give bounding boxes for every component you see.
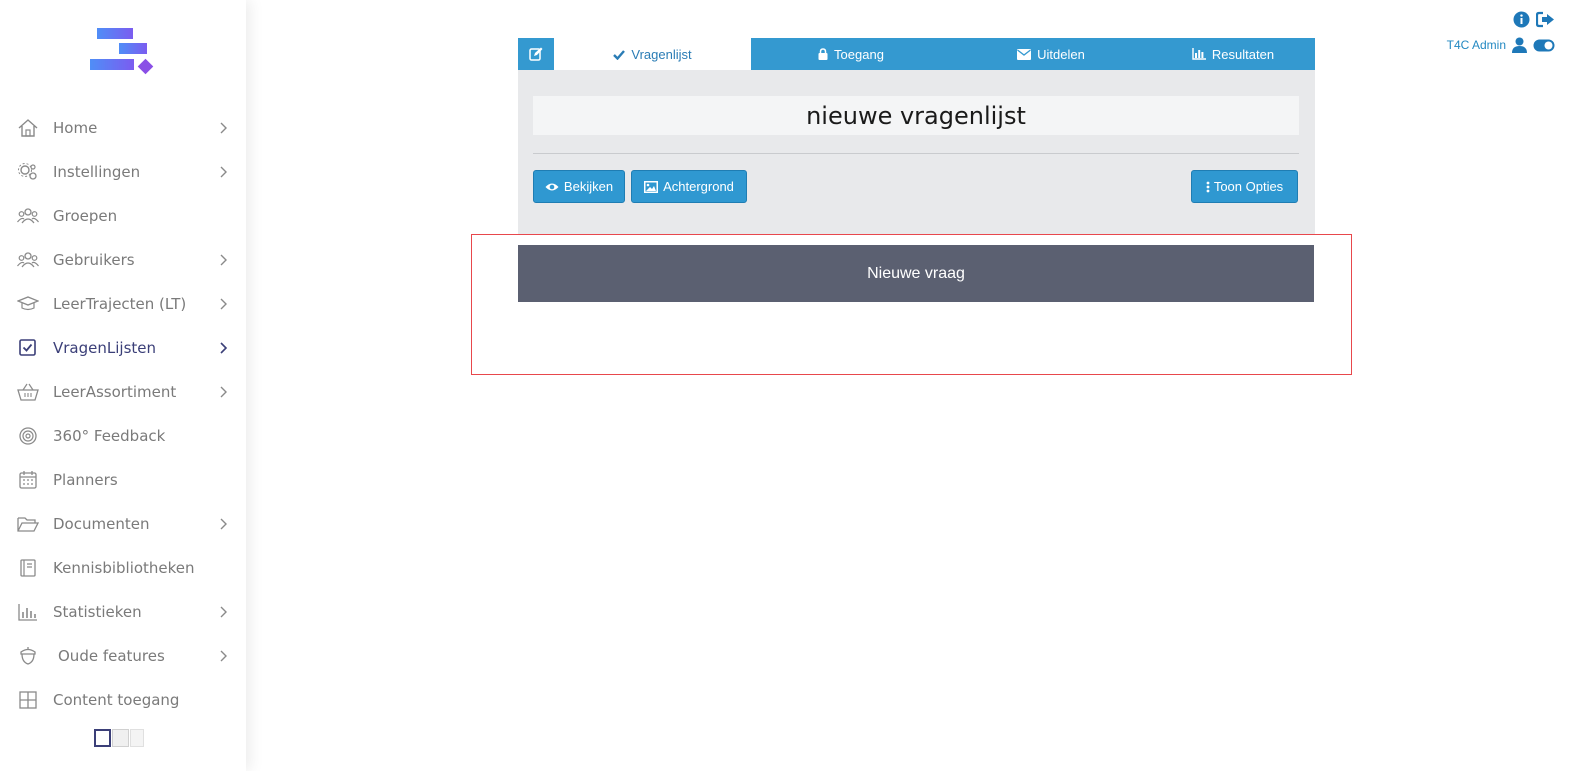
group-icon: [17, 208, 39, 224]
lock-icon: [818, 48, 828, 60]
chevron-right-icon: [220, 650, 227, 662]
sidebar-item-planners[interactable]: Planners: [0, 458, 246, 502]
view-mode-minimal[interactable]: [130, 729, 144, 747]
questionnaire-title[interactable]: nieuwe vragenlijst: [533, 96, 1299, 135]
new-question-button[interactable]: Nieuwe vraag: [518, 245, 1314, 302]
envelope-icon: [1017, 48, 1032, 60]
sidebar-item-label: Content toegang: [53, 691, 180, 709]
user-name[interactable]: T4C Admin: [1447, 38, 1506, 52]
sidebar-item-label: Instellingen: [53, 163, 141, 181]
view-mode-compact[interactable]: [112, 729, 129, 747]
sidebar-item-leerassortiment[interactable]: LeerAssortiment: [0, 370, 246, 414]
tab-toegang[interactable]: Toegang: [751, 38, 951, 70]
chevron-right-icon: [220, 606, 227, 618]
tab-resultaten[interactable]: Resultaten: [1151, 38, 1315, 70]
sidebar-item-label: Kennisbibliotheken: [53, 559, 195, 577]
sidebar-item-content-toegang[interactable]: Content toegang: [0, 678, 246, 722]
chevron-right-icon: [220, 122, 227, 134]
sidebar-item-vragenlijsten[interactable]: VragenLijsten: [0, 326, 246, 370]
tab-label: Uitdelen: [1037, 46, 1085, 62]
sidebar-item-label: Planners: [53, 471, 118, 489]
bar-chart-icon: [1192, 48, 1206, 60]
book-icon: [20, 559, 36, 577]
sidebar-item-label: VragenLijsten: [53, 339, 157, 357]
tab-vragenlijst[interactable]: Vragenlijst: [554, 38, 751, 70]
sidebar-item-label: Home: [53, 119, 98, 137]
tab-uitdelen[interactable]: Uitdelen: [951, 38, 1151, 70]
chevron-right-icon: [220, 298, 227, 310]
grid-icon: [19, 691, 37, 709]
user-icon[interactable]: [1512, 37, 1527, 53]
tab-edit[interactable]: [518, 38, 554, 70]
calendar-icon: [19, 471, 37, 489]
user-row: T4C Admin: [1447, 37, 1555, 53]
sidebar-item-label: Gebruikers: [53, 251, 135, 269]
tab-label: Resultaten: [1211, 46, 1275, 62]
eye-icon: [545, 183, 559, 190]
folder-open-icon: [17, 517, 39, 532]
sidebar-item-360-feedback[interactable]: 360° Feedback: [0, 414, 246, 458]
sidebar-item-groepen[interactable]: Groepen: [0, 194, 246, 238]
toon-opties-button[interactable]: Toon Opties: [1191, 170, 1298, 203]
checkbox-icon: [19, 339, 36, 356]
button-label: Bekijken: [563, 179, 614, 194]
sidebar-item-label: 360° Feedback: [53, 427, 166, 445]
view-mode-switch: [94, 729, 144, 747]
bekijken-button[interactable]: Bekijken: [533, 170, 625, 203]
info-icon[interactable]: [1513, 11, 1530, 28]
graduation-cap-icon: [17, 296, 39, 311]
sidebar-item-kennisbibliotheken[interactable]: Kennisbibliotheken: [0, 546, 246, 590]
achtergrond-button[interactable]: Achtergrond: [631, 170, 747, 203]
sidebar-item-statistieken[interactable]: Statistieken: [0, 590, 246, 634]
chevron-right-icon: [220, 342, 228, 354]
edit-icon: [529, 47, 543, 61]
sidebar-item-oude-features[interactable]: Oude features: [0, 634, 246, 678]
questionnaire-panel: nieuwe vragenlijst Bekijken Achtergrond …: [518, 70, 1315, 234]
sidebar-item-leertrajecten[interactable]: LeerTrajecten (LT): [0, 282, 246, 326]
sidebar-item-label: Statistieken: [53, 603, 142, 621]
button-label: Toon Opties: [1213, 179, 1284, 194]
sidebar-item-gebruikers[interactable]: Gebruikers: [0, 238, 246, 282]
sidebar: Home Instellingen Groepen Gebruikers Lee…: [0, 0, 246, 771]
chevron-right-icon: [220, 254, 227, 266]
chevron-right-icon: [220, 518, 227, 530]
sidebar-item-instellingen[interactable]: Instellingen: [0, 150, 246, 194]
sidebar-item-label: Documenten: [53, 515, 150, 533]
gears-icon: [18, 163, 37, 180]
image-icon: [644, 180, 659, 193]
sidebar-item-label: Groepen: [53, 207, 118, 225]
chevron-right-icon: [220, 166, 227, 178]
sidebar-item-label: LeerAssortiment: [53, 383, 177, 401]
toggle-icon[interactable]: [1533, 39, 1555, 52]
home-icon: [18, 119, 38, 137]
basket-icon: [17, 383, 39, 401]
sidebar-item-home[interactable]: Home: [0, 106, 246, 150]
acorn-icon: [20, 647, 36, 665]
users-icon: [17, 252, 39, 268]
sidebar-item-label: LeerTrajecten (LT): [53, 295, 187, 313]
button-label: Achtergrond: [663, 179, 734, 194]
vertical-ellipsis-icon: [1206, 181, 1210, 192]
sidebar-item-label: Oude features: [58, 647, 165, 665]
bar-chart-icon: [18, 604, 37, 621]
questionnaire-tabs: Vragenlijst Toegang Uitdelen Resultaten: [518, 38, 1315, 70]
tab-label: Vragenlijst: [631, 46, 692, 62]
divider: [533, 153, 1299, 154]
tab-label: Toegang: [834, 46, 884, 62]
chevron-right-icon: [220, 386, 227, 398]
app-logo[interactable]: [88, 26, 158, 78]
sidebar-item-documenten[interactable]: Documenten: [0, 502, 246, 546]
top-icons: [1513, 11, 1555, 28]
sidebar-nav: Home Instellingen Groepen Gebruikers Lee…: [0, 106, 246, 722]
target-icon: [19, 427, 37, 445]
check-icon: [613, 49, 626, 60]
view-mode-list[interactable]: [94, 729, 111, 747]
logout-icon[interactable]: [1536, 11, 1555, 28]
